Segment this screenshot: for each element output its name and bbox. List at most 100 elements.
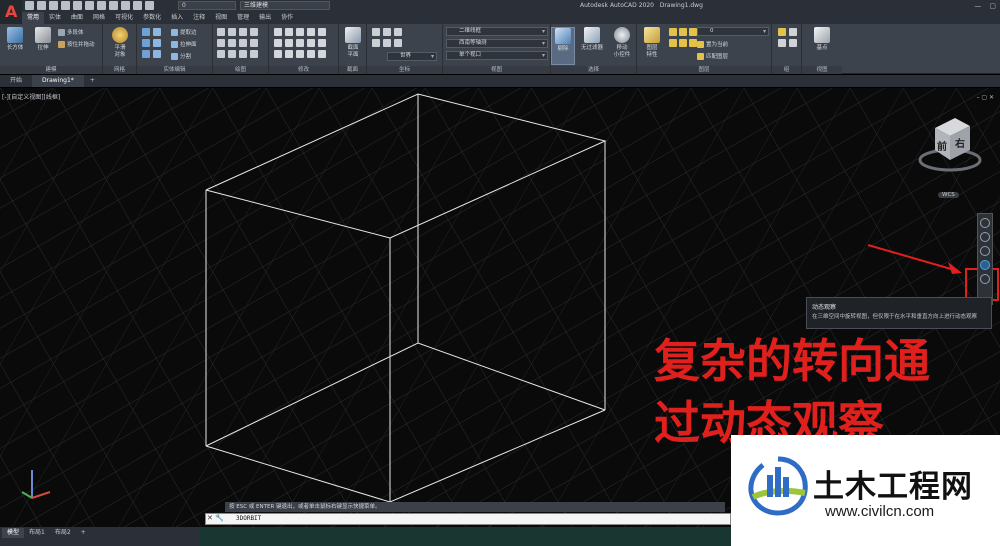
panel-label-solid-edit[interactable]: 实体编辑 <box>137 66 212 74</box>
polygon-icon[interactable] <box>217 50 225 58</box>
layer-unisolate-icon[interactable] <box>679 39 687 47</box>
panel-label-draw[interactable]: 绘图 <box>213 66 268 74</box>
orbit-icon[interactable] <box>980 260 990 270</box>
panel-label-layers[interactable]: 图层 <box>637 66 771 74</box>
panel-label-coordinates[interactable]: 坐标 <box>367 66 442 74</box>
maximize-icon[interactable]: ▢ <box>989 2 996 10</box>
close-command-icon[interactable]: ✕ <box>207 514 213 522</box>
base-point-button[interactable]: 基点 <box>810 27 834 52</box>
line-icon[interactable] <box>217 28 225 36</box>
viewport-config-dropdown[interactable]: 单个视口 <box>446 51 548 60</box>
move-gizmo-button[interactable]: 移动 小控件 <box>609 27 635 59</box>
showmotion-icon[interactable] <box>980 274 990 284</box>
add-layout-icon[interactable]: + <box>76 528 91 538</box>
view-cube-right-label[interactable]: 右 <box>955 135 965 150</box>
ucs-world-dropdown[interactable]: 世界 <box>387 52 437 61</box>
layer-isolate-icon[interactable] <box>679 28 687 36</box>
group-icon[interactable] <box>778 28 786 36</box>
ucs-previous-icon[interactable] <box>394 28 402 36</box>
ungroup-icon[interactable] <box>789 28 797 36</box>
zoom-icon[interactable] <box>980 246 990 256</box>
tab-insert[interactable]: 插入 <box>166 12 188 24</box>
slice-icon[interactable] <box>142 50 150 58</box>
box-button[interactable]: 长方体 <box>3 27 27 52</box>
panel-label-view[interactable]: 视图 <box>443 66 550 74</box>
ucs-icon[interactable] <box>372 28 380 36</box>
separate-button[interactable]: 分割 <box>171 52 191 60</box>
ucs-world-icon[interactable] <box>383 28 391 36</box>
polyline-icon[interactable] <box>228 28 236 36</box>
steering-wheel-icon[interactable] <box>980 218 990 228</box>
fillet-icon[interactable] <box>318 28 326 36</box>
subtract-icon[interactable] <box>153 28 161 36</box>
view-cube-front-label[interactable]: 前 <box>937 138 947 153</box>
customize-icon[interactable]: 🔧 <box>215 514 224 522</box>
extract-edges-button[interactable]: 提取边 <box>171 28 197 36</box>
undo-icon[interactable] <box>97 1 106 10</box>
section-plane-button[interactable]: 截面 平面 <box>341 27 365 59</box>
stretch-icon[interactable] <box>285 39 293 47</box>
smooth-object-button[interactable]: 平滑 对象 <box>108 27 132 59</box>
redo-icon[interactable] <box>109 1 118 10</box>
layer-thaw-icon[interactable] <box>689 39 697 47</box>
tab-drawing1[interactable]: Drawing1* <box>32 75 84 87</box>
layer-dropdown[interactable]: 0 <box>178 1 236 10</box>
workspace-dropdown[interactable]: 三维建模 <box>240 1 330 10</box>
array-icon[interactable] <box>307 39 315 47</box>
viewport-controls-label[interactable]: [-][自定义视图][线框] <box>2 92 60 101</box>
rectangle-icon[interactable] <box>217 39 225 47</box>
scale-icon[interactable] <box>296 39 304 47</box>
plot-icon[interactable] <box>85 1 94 10</box>
match-properties-icon[interactable] <box>121 1 130 10</box>
tab-collaborate[interactable]: 协作 <box>276 12 298 24</box>
panel-label-modeling[interactable]: 建模 <box>0 66 102 74</box>
match-layer-button[interactable]: 匹配图层 <box>697 52 728 60</box>
circle-icon[interactable] <box>239 28 247 36</box>
tab-home[interactable]: 常用 <box>22 12 45 24</box>
ucs-view-icon[interactable] <box>394 39 402 47</box>
arc-icon[interactable] <box>250 28 258 36</box>
copy-icon[interactable] <box>296 28 304 36</box>
tab-layout2[interactable]: 布局2 <box>50 528 76 538</box>
panel-label-view-2[interactable]: 视图 <box>802 66 842 74</box>
sun-icon[interactable] <box>133 1 142 10</box>
group-select-icon[interactable] <box>789 39 797 47</box>
tab-layout1[interactable]: 布局1 <box>24 528 50 538</box>
layer-lock-icon[interactable] <box>145 1 154 10</box>
tab-model[interactable]: 模型 <box>2 528 25 538</box>
group-edit-icon[interactable] <box>778 39 786 47</box>
extrude-button[interactable]: 拉伸 <box>31 27 55 52</box>
save-icon[interactable] <box>49 1 58 10</box>
explode-icon[interactable] <box>274 50 282 58</box>
tab-annotate[interactable]: 注释 <box>188 12 210 24</box>
panel-label-groups[interactable]: 组 <box>772 66 801 74</box>
join-icon[interactable] <box>307 50 315 58</box>
panel-label-selection[interactable]: 选择 <box>551 66 636 74</box>
tab-visualize[interactable]: 可视化 <box>110 12 138 24</box>
command-input[interactable]: 3DORBIT <box>205 513 731 525</box>
panel-label-modify[interactable]: 修改 <box>269 66 338 74</box>
polysolid-button[interactable]: 多段体 <box>58 28 84 36</box>
mirror-icon[interactable] <box>307 28 315 36</box>
layer-properties-button[interactable]: 图层 特性 <box>640 27 664 59</box>
tab-start[interactable]: 开始 <box>0 75 32 87</box>
region-icon[interactable] <box>228 50 236 58</box>
tab-solid[interactable]: 实体 <box>44 12 66 24</box>
extrude-face-button[interactable]: 拉伸面 <box>171 40 197 48</box>
presspull-button[interactable]: 按住并拖动 <box>58 40 95 48</box>
thicken-icon[interactable] <box>153 50 161 58</box>
erase-icon[interactable] <box>285 50 293 58</box>
panel-label-mesh[interactable]: 网格 <box>103 66 136 74</box>
tab-view[interactable]: 视图 <box>210 12 232 24</box>
offset-icon[interactable] <box>318 39 326 47</box>
hatch-icon[interactable] <box>250 39 258 47</box>
tab-output[interactable]: 输出 <box>254 12 276 24</box>
no-filter-button[interactable]: 无过滤器 <box>578 27 606 52</box>
union-icon[interactable] <box>142 28 150 36</box>
culling-button[interactable]: 剔除 <box>551 27 575 65</box>
pan-icon[interactable] <box>980 232 990 242</box>
wcs-menu[interactable]: WCS <box>938 192 959 198</box>
ucs-object-icon[interactable] <box>383 39 391 47</box>
helix-icon[interactable] <box>250 50 258 58</box>
align-icon[interactable] <box>296 50 304 58</box>
